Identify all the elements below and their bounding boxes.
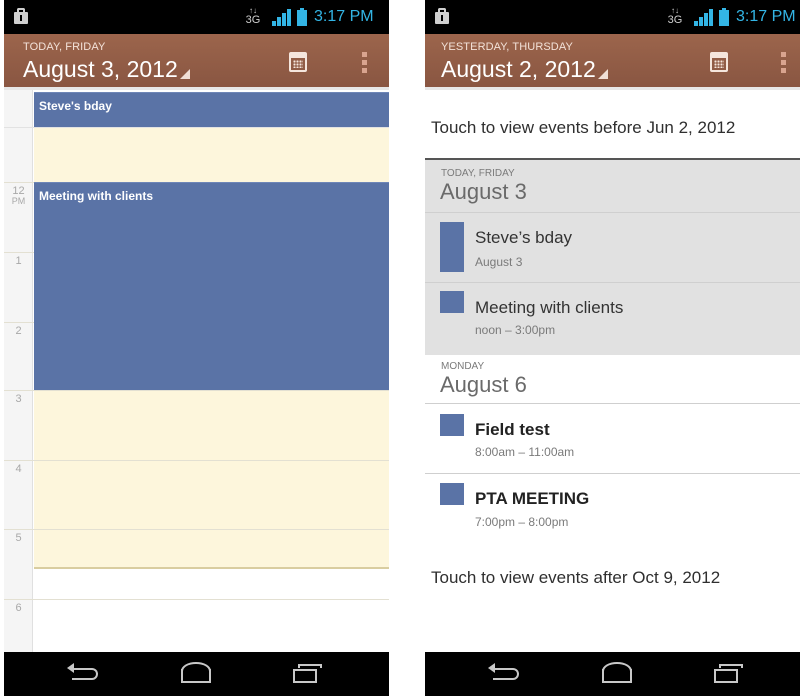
event-title: Steve’s bday	[475, 228, 573, 247]
hour-gutter	[4, 90, 33, 652]
action-bar: YESTERDAY, THURSDAY August 2, 2012	[425, 34, 800, 90]
back-button[interactable]	[475, 658, 535, 690]
event-title: Meeting with clients	[39, 189, 154, 203]
dropdown-indicator-icon	[179, 69, 190, 79]
battery-icon	[719, 8, 729, 26]
header-date: August 3, 2012	[23, 56, 178, 82]
agenda-list[interactable]: Touch to view events before Jun 2, 2012 …	[425, 90, 800, 652]
end-of-working-hours-line	[34, 567, 389, 569]
hour-label-3: 3	[15, 393, 22, 405]
shopping-bag-notification-icon	[435, 8, 449, 24]
signal-strength-icon	[272, 9, 294, 26]
status-clock: 3:17 PM	[736, 8, 796, 25]
go-to-today-button[interactable]	[280, 47, 316, 81]
hour-label-6: 6	[15, 602, 22, 614]
home-button[interactable]	[166, 658, 226, 690]
day-header-date: August 6	[440, 372, 527, 397]
event-color-swatch	[440, 291, 464, 313]
load-later-events[interactable]: Touch to view events after Oct 9, 2012	[431, 568, 720, 588]
navigation-bar	[425, 652, 800, 696]
home-button[interactable]	[587, 658, 647, 690]
day-grid[interactable]: 12 PM 1 2 3 4 5 6 Steve's bday Meeting wi…	[4, 90, 389, 652]
day-header-date: August 3	[440, 179, 527, 204]
date-spinner[interactable]: August 2, 2012	[441, 56, 608, 83]
event-detail: noon – 3:00pm	[475, 323, 556, 337]
event-detail: 7:00pm – 8:00pm	[475, 515, 569, 529]
header-day-label: TODAY, FRIDAY	[23, 41, 106, 53]
network-type-icon: ↑↓ 3G	[245, 6, 261, 26]
event-detail: 8:00am – 11:00am	[475, 445, 575, 459]
today-separator	[425, 158, 800, 160]
header-day-label: YESTERDAY, THURSDAY	[441, 41, 573, 53]
hour-label-1: 1	[15, 255, 22, 267]
hour-label-5: 5	[15, 532, 22, 544]
navigation-bar	[4, 652, 389, 696]
agenda-view-screen: ↑↓ 3G 3:17 PM YESTERDAY, THURSDAY August …	[425, 0, 800, 696]
event-meeting-with-clients[interactable]: Meeting with clients	[34, 182, 389, 390]
action-bar: TODAY, FRIDAY August 3, 2012	[4, 34, 389, 90]
back-icon	[493, 668, 519, 680]
recent-apps-icon	[298, 664, 322, 668]
recent-apps-button[interactable]	[697, 658, 757, 690]
event-title: Field test	[475, 420, 550, 439]
calendar-today-icon	[289, 52, 307, 72]
battery-icon	[297, 8, 307, 26]
calendar-today-icon	[710, 52, 728, 72]
go-to-today-button[interactable]	[701, 47, 737, 81]
recent-apps-icon	[719, 664, 743, 668]
signal-strength-icon	[694, 9, 716, 26]
day-header-label: TODAY, FRIDAY	[441, 168, 515, 179]
all-day-event-steves-bday[interactable]: Steve's bday	[34, 92, 389, 127]
day-header-label: MONDAY	[441, 361, 485, 372]
hour-label-4: 4	[15, 463, 22, 475]
event-detail: August 3	[475, 255, 523, 269]
event-title: Meeting with clients	[475, 298, 624, 317]
event-color-swatch	[440, 483, 464, 505]
dropdown-indicator-icon	[597, 69, 608, 79]
header-date: August 2, 2012	[441, 56, 596, 82]
date-spinner[interactable]: August 3, 2012	[23, 56, 190, 83]
recent-apps-button[interactable]	[276, 658, 336, 690]
shopping-bag-notification-icon	[14, 8, 28, 24]
event-title: Steve's bday	[39, 99, 112, 113]
status-clock: 3:17 PM	[314, 8, 374, 25]
event-title: PTA MEETING	[475, 489, 590, 508]
event-color-swatch	[440, 414, 464, 436]
overflow-menu-icon[interactable]	[359, 50, 369, 76]
status-bar: ↑↓ 3G 3:17 PM	[4, 0, 389, 34]
day-view-screen: ↑↓ 3G 3:17 PM TODAY, FRIDAY August 3, 201…	[4, 0, 389, 696]
status-bar: ↑↓ 3G 3:17 PM	[425, 0, 800, 34]
event-color-swatch	[440, 222, 464, 272]
load-earlier-events[interactable]: Touch to view events before Jun 2, 2012	[431, 118, 735, 138]
hour-label-2: 2	[15, 325, 22, 337]
network-type-icon: ↑↓ 3G	[667, 6, 683, 26]
back-button[interactable]	[54, 658, 114, 690]
overflow-menu-icon[interactable]	[778, 50, 788, 76]
hour-label-12: 12 PM	[11, 185, 26, 207]
back-icon	[72, 668, 98, 680]
